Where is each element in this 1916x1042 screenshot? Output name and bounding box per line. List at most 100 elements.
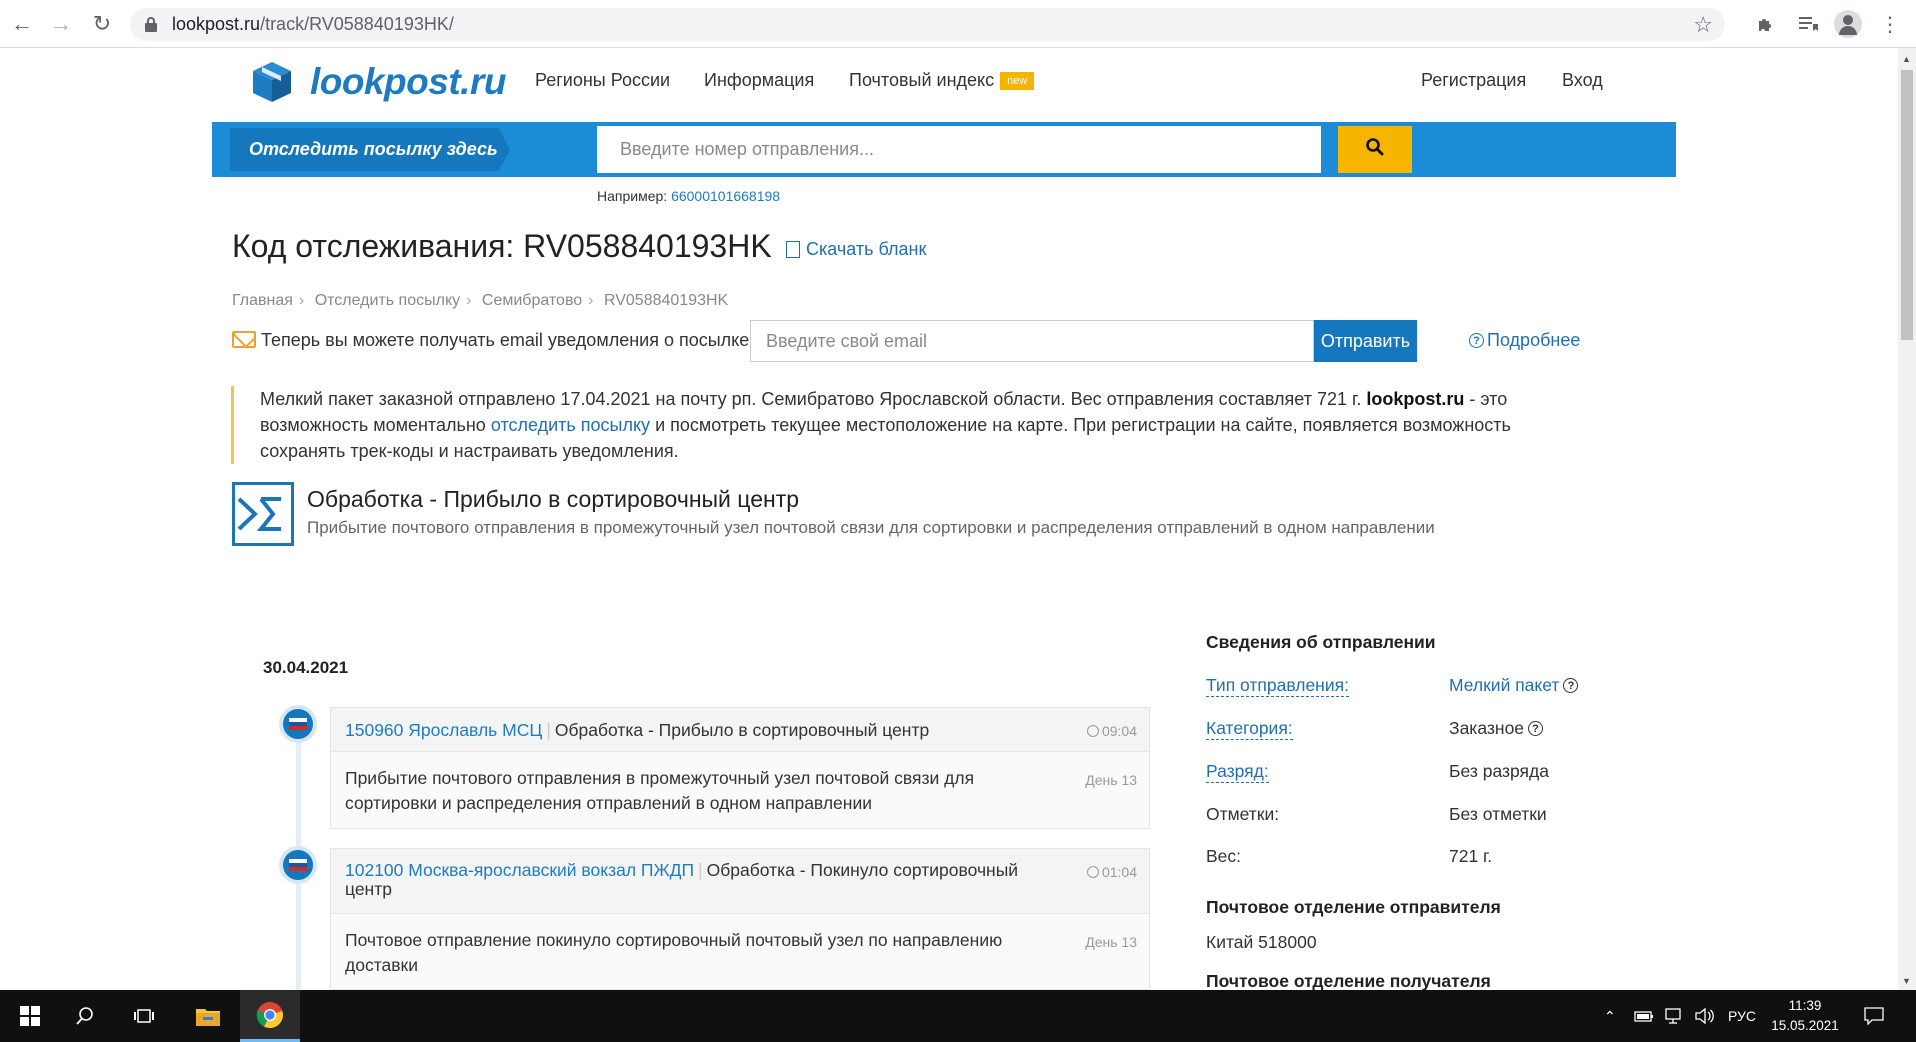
timeline-marker [279, 705, 317, 743]
event-office-link[interactable]: 150960 Ярославль МСЦ [345, 720, 542, 740]
tracking-example: Например: 66000101668198 [597, 188, 780, 204]
reload-icon[interactable]: ↻ [86, 8, 118, 40]
lock-icon [144, 16, 158, 33]
input-language[interactable]: РУС [1728, 990, 1756, 1042]
example-tracking-link[interactable]: 66000101668198 [671, 188, 780, 204]
detail-key-marks: Отметки: [1206, 804, 1280, 824]
system-clock[interactable]: 11:39 15.05.2021 [1770, 996, 1840, 1036]
site-logo[interactable]: lookpost.ru [250, 60, 506, 104]
scroll-up-icon[interactable]: ▲ [1902, 54, 1911, 64]
detail-value-category: Заказное? [1449, 718, 1546, 739]
page-scrollbar[interactable]: ▲ ▼ [1898, 48, 1916, 990]
event-separator: | [698, 860, 703, 880]
search-button[interactable] [1338, 126, 1412, 173]
detail-row-marks: Отметки: Без отметки [1206, 804, 1626, 828]
breadcrumb-chevron-icon: › [466, 292, 472, 309]
extensions-puzzle-icon[interactable] [1752, 10, 1780, 38]
breadcrumb-track[interactable]: Отследить посылку [315, 292, 460, 309]
more-info-link[interactable]: ? Подробнее [1469, 330, 1580, 351]
reading-list-icon[interactable] [1794, 10, 1822, 38]
windows-start-icon[interactable] [0, 990, 60, 1042]
download-form-link[interactable]: Скачать бланк [786, 239, 926, 260]
address-url[interactable]: lookpost.ru/track/RV058840193HK/ [172, 14, 454, 35]
browser-menu-icon[interactable]: ⋮ [1876, 10, 1904, 38]
profile-avatar-icon[interactable] [1834, 10, 1862, 38]
question-circle-icon[interactable]: ? [1563, 678, 1579, 693]
status-description: Прибытие почтового отправления в промежу… [307, 518, 1435, 537]
breadcrumb-chevron-icon: › [298, 292, 305, 309]
detail-key-weight: Вес: [1206, 846, 1242, 866]
breadcrumb: Главная › Отследить посылку › Семибратово ›… [232, 292, 728, 310]
nav-postal-index[interactable]: Почтовый индекс new [849, 70, 1035, 91]
clock-time: 11:39 [1788, 998, 1822, 1013]
event-time-value: 09:04 [1101, 723, 1137, 739]
breadcrumb-home[interactable]: Главная [232, 292, 293, 309]
notifications-icon[interactable] [1864, 990, 1884, 1042]
package-cube-icon [250, 60, 294, 104]
event-body: Прибытие почтового отправления в промежу… [331, 752, 1149, 830]
detail-key-type[interactable]: Тип отправления: [1206, 675, 1349, 697]
clock-icon [1086, 866, 1099, 878]
chrome-taskbar-icon[interactable] [240, 990, 300, 1042]
envelope-icon [232, 331, 256, 348]
scrollbar-thumb[interactable] [1901, 70, 1913, 340]
event-time: 09:04 [1086, 723, 1137, 739]
shipment-details: Сведения об отправлении Тип отправления:… [1206, 632, 1626, 991]
detail-key-rank[interactable]: Разряд: [1206, 761, 1269, 783]
bookmark-star-icon[interactable]: ☆ [1693, 12, 1713, 38]
detail-row-type: Тип отправления: Мелкий пакет? [1206, 675, 1626, 699]
detail-value-category-text: Заказное [1449, 718, 1525, 738]
question-circle-icon[interactable]: ? [1528, 721, 1544, 736]
breadcrumb-chevron-icon: › [588, 292, 594, 309]
file-explorer-icon[interactable] [178, 990, 238, 1042]
search-icon[interactable] [55, 990, 115, 1042]
forward-icon[interactable]: → [45, 8, 77, 40]
clock-icon [1086, 725, 1099, 737]
task-view-icon[interactable] [114, 990, 174, 1042]
tracking-number-input[interactable] [597, 126, 1321, 173]
logo-text: lookpost.ru [310, 61, 506, 102]
nav-postal-index-label: Почтовый индекс [849, 70, 995, 90]
network-icon[interactable] [1664, 990, 1684, 1042]
sorting-center-icon [232, 482, 294, 546]
track-parcel-link[interactable]: отследить посылку [491, 415, 650, 435]
event-time-value: 01:04 [1101, 864, 1137, 880]
summary-text-1: Мелкий пакет заказной отправлено 17.04.2… [260, 389, 1367, 409]
event-office-link[interactable]: 102100 Москва-ярославский вокзал ПЖДП [345, 860, 694, 880]
event-header: 102100 Москва-ярославский вокзал ПЖДП | Об… [331, 849, 1149, 914]
tray-chevron-icon[interactable]: ⌃ [1604, 990, 1616, 1042]
event-body: Почтовое отправление покинуло сортировоч… [331, 914, 1149, 992]
email-notification-row: Теперь вы можете получать email уведомле… [232, 320, 1632, 362]
breadcrumb-city[interactable]: Семибратово [482, 292, 582, 309]
nav-login[interactable]: Вход [1562, 70, 1603, 91]
search-icon [1365, 137, 1385, 162]
current-status: Обработка - Прибыло в сортировочный цент… [232, 482, 1632, 548]
track-here-label: Отследить посылку здесь [230, 128, 510, 171]
event-description: Прибытие почтового отправления в промежу… [345, 768, 975, 813]
detail-value-weight: 721 г. [1449, 846, 1493, 866]
nav-register[interactable]: Регистрация [1421, 70, 1526, 91]
send-email-button[interactable]: Отправить [1314, 320, 1417, 362]
event-day: День 13 [1085, 934, 1137, 950]
detail-key-category[interactable]: Категория: [1206, 718, 1293, 740]
detail-value-type[interactable]: Мелкий пакет? [1449, 675, 1581, 696]
battery-icon[interactable] [1634, 990, 1654, 1042]
scroll-down-icon[interactable]: ▼ [1902, 976, 1911, 986]
detail-value-rank: Без разряда [1449, 761, 1549, 781]
timeline-event: 150960 Ярославль МСЦ | Обработка - Прибыло… [330, 707, 1150, 829]
question-circle-icon: ? [1469, 333, 1484, 348]
shipment-summary: Мелкий пакет заказной отправлено 17.04.2… [231, 386, 1591, 464]
details-heading: Сведения об отправлении [1206, 632, 1436, 652]
breadcrumb-current: RV058840193HK [603, 292, 729, 309]
back-icon[interactable]: ← [6, 8, 38, 40]
browser-toolbar: ← → ↻ lookpost.ru/track/RV058840193HK/ ☆… [0, 0, 1916, 48]
timeline-marker [279, 846, 317, 884]
volume-icon[interactable] [1694, 990, 1716, 1042]
download-form-label: Скачать бланк [806, 239, 927, 259]
event-description: Почтовое отправление покинуло сортировоч… [345, 930, 1003, 975]
address-bar[interactable]: lookpost.ru/track/RV058840193HK/ ☆ [130, 8, 1725, 41]
nav-information[interactable]: Информация [704, 70, 814, 91]
timeline-event: 102100 Москва-ярославский вокзал ПЖДП | Об… [330, 848, 1150, 990]
email-input[interactable] [750, 320, 1314, 362]
nav-regions[interactable]: Регионы России [535, 70, 670, 91]
